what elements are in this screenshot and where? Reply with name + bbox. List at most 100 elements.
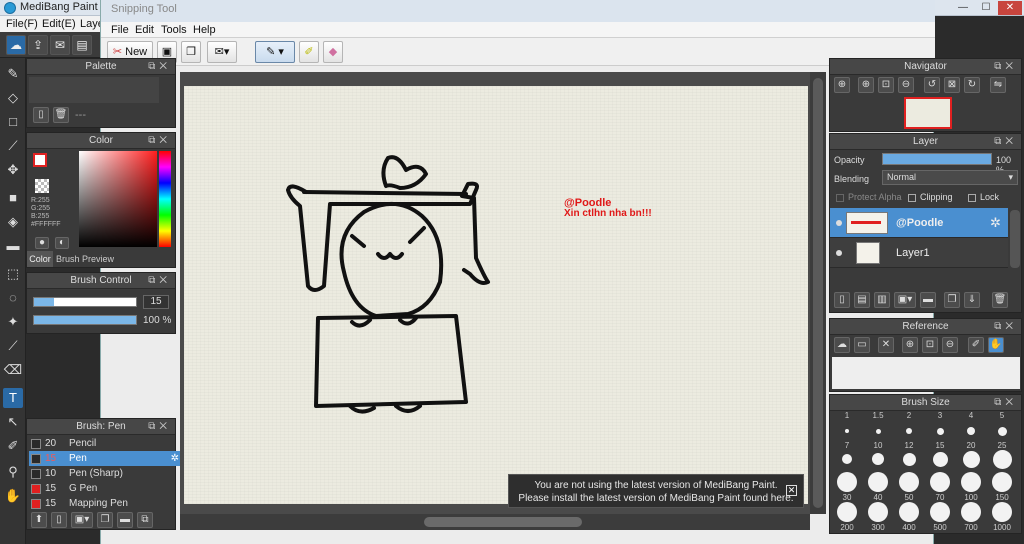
highlighter-icon[interactable]: ✐	[299, 41, 319, 63]
brush-size-option[interactable]: 50	[894, 471, 924, 502]
clipping-checkbox[interactable]	[908, 194, 916, 202]
drawing-canvas[interactable]: @Poodle Xin ctlhn nha bn!!!	[184, 86, 808, 504]
saturation-picker[interactable]	[79, 151, 157, 247]
menu-edit[interactable]: Edit(E)	[42, 18, 76, 30]
brush-item-pen[interactable]: 15 Pen ✲	[29, 451, 183, 466]
zoom-in-alt-icon[interactable]: ⊕	[858, 77, 874, 93]
lock-checkbox[interactable]	[968, 194, 976, 202]
tab-color[interactable]: Color	[27, 251, 53, 267]
brush-item-g-pen[interactable]: 15 G Pen	[29, 481, 183, 496]
brush-size-option[interactable]: 200	[832, 501, 862, 532]
select-tool-icon[interactable]: ⬚	[3, 264, 23, 284]
brush-size-option[interactable]: 300	[863, 501, 893, 532]
brush-size-option[interactable]: 40	[863, 471, 893, 502]
reference-cloud-icon[interactable]: ☁	[834, 337, 850, 353]
brush-size-option[interactable]: 3	[925, 411, 955, 441]
brush-size-option[interactable]: 500	[925, 501, 955, 532]
merge-layer-icon[interactable]: ⇓	[964, 292, 980, 308]
text-tool-icon[interactable]: T	[3, 388, 23, 408]
select-eraser-tool-icon[interactable]: ⌫	[3, 360, 23, 380]
horizontal-scroll-thumb[interactable]	[424, 517, 582, 527]
maximize-button[interactable]: ☐	[975, 1, 997, 15]
upload-icon[interactable]: ⇪	[28, 35, 48, 55]
copy-icon[interactable]: ❐	[181, 41, 201, 63]
reference-fit-icon[interactable]: ⊡	[922, 337, 938, 353]
swap-color-icon[interactable]: ●	[35, 237, 49, 249]
panel-controls-icon[interactable]: ⧉✕	[994, 59, 1017, 75]
brush-size-slider[interactable]	[33, 297, 137, 307]
brush-size-option[interactable]: 30	[832, 471, 862, 502]
lasso-tool-icon[interactable]: ◌	[3, 288, 23, 308]
brush-size-option[interactable]: 70	[925, 471, 955, 502]
flip-icon[interactable]: ⇋	[990, 77, 1006, 93]
close-notice-icon[interactable]: ✕	[786, 485, 797, 496]
eraser-tool-icon[interactable]: ◇	[3, 88, 23, 108]
hand-tool-icon[interactable]: ✋	[3, 486, 23, 506]
brush-size-option[interactable]: 150	[987, 471, 1017, 502]
brush-size-value[interactable]: 15	[143, 295, 169, 309]
visibility-eye-icon[interactable]	[836, 250, 842, 256]
delete-layer-icon[interactable]: 🗑	[992, 292, 1008, 308]
brush-settings-icon[interactable]: ✲	[171, 451, 179, 466]
canvas-vertical-scrollbar[interactable]	[810, 72, 826, 514]
visibility-eye-icon[interactable]	[836, 220, 842, 226]
reset-view-icon[interactable]: ⊠	[944, 77, 960, 93]
fit-icon[interactable]: ⊡	[878, 77, 894, 93]
new-layer-icon[interactable]: ▯	[834, 292, 850, 308]
snip-menu-help[interactable]: Help	[193, 24, 216, 36]
snip-menu-tools[interactable]: Tools	[161, 24, 187, 36]
brush-copy-icon[interactable]: ❐	[97, 512, 113, 528]
tab-brush-preview[interactable]: Brush Preview	[55, 251, 115, 267]
select-pen-tool-icon[interactable]: ⟋	[3, 336, 23, 356]
brush-size-option[interactable]: 700	[956, 501, 986, 532]
brush-opacity-slider[interactable]	[33, 315, 137, 325]
magic-wand-tool-icon[interactable]: ✦	[3, 312, 23, 332]
brush-size-option[interactable]: 2	[894, 411, 924, 441]
new-palette-icon[interactable]: ▯	[33, 107, 49, 123]
minimize-button[interactable]: —	[952, 1, 974, 15]
add-brush-icon[interactable]: ⬆	[31, 512, 47, 528]
brush-size-option[interactable]: 12	[894, 441, 924, 471]
blending-select[interactable]: Normal ▾	[882, 170, 1018, 185]
layer-scrollbar[interactable]	[1010, 210, 1020, 268]
brush-tool-icon[interactable]: ✎	[3, 64, 23, 84]
canvas-horizontal-scrollbar[interactable]	[180, 514, 810, 530]
rotate-left-icon[interactable]: ↺	[924, 77, 940, 93]
gradient-tool-icon[interactable]: ▬	[3, 236, 23, 256]
layer-opacity-slider[interactable]	[882, 153, 992, 165]
brush-size-option[interactable]: 100	[956, 471, 986, 502]
panel-controls-icon[interactable]: ⧉✕	[994, 134, 1017, 150]
layer-row-poodle[interactable]: @Poodle ✲	[830, 208, 1008, 238]
brush-size-option[interactable]: 4	[956, 411, 986, 441]
protect-alpha-checkbox[interactable]	[836, 194, 844, 202]
palette-swatches[interactable]	[29, 77, 159, 103]
brush-size-option[interactable]: 1	[832, 411, 862, 441]
hue-slider[interactable]	[159, 151, 171, 247]
rectangle-tool-icon[interactable]: □	[3, 112, 23, 132]
foreground-color-swatch[interactable]	[33, 153, 47, 167]
eyedropper-tool-icon[interactable]: ✐	[3, 436, 23, 456]
zoom-out-icon[interactable]: ⊖	[898, 77, 914, 93]
duplicate-layer-icon[interactable]: ❐	[944, 292, 960, 308]
brush-folder-icon[interactable]: ▬	[117, 512, 133, 528]
color-option-icon[interactable]: ◐	[55, 237, 69, 249]
layer-row-layer1[interactable]: Layer1	[830, 238, 1008, 268]
brush-item-pen-sharp[interactable]: 10 Pen (Sharp)	[29, 466, 183, 481]
navigator-preview[interactable]	[904, 97, 952, 129]
panel-controls-icon[interactable]: ⧉✕	[994, 395, 1017, 411]
brush-size-option[interactable]: 20	[956, 441, 986, 471]
brush-size-option[interactable]: 5	[987, 411, 1017, 441]
reference-close-icon[interactable]: ✕	[878, 337, 894, 353]
add-layer-menu-icon[interactable]: ▣▾	[894, 292, 916, 308]
brush-size-option[interactable]: 7	[832, 441, 862, 471]
cloud-icon[interactable]: ☁	[6, 35, 26, 55]
zoom-in-icon[interactable]: ⊕	[834, 77, 850, 93]
brush-size-option[interactable]: 25	[987, 441, 1017, 471]
comment-icon[interactable]: ▤	[72, 35, 92, 55]
panel-controls-icon[interactable]: ⧉✕	[994, 319, 1017, 335]
brush-size-option[interactable]: 1.5	[863, 411, 893, 441]
reference-eyedropper-icon[interactable]: ✐	[968, 337, 984, 353]
snip-menu-file[interactable]: File	[111, 24, 129, 36]
send-icon[interactable]: ✉▾	[207, 41, 237, 63]
vertical-scroll-thumb[interactable]	[813, 78, 823, 508]
